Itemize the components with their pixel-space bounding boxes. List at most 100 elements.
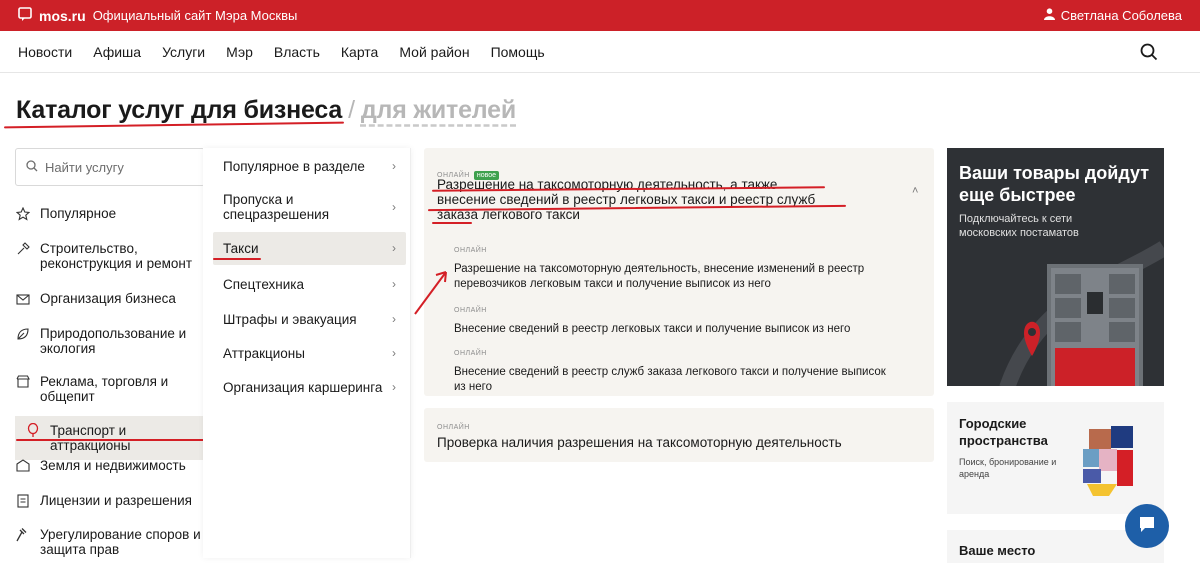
nav-item-afisha[interactable]: Афиша bbox=[93, 44, 141, 60]
category-land-property[interactable]: Земля и недвижимость bbox=[15, 458, 203, 473]
chat-icon bbox=[1137, 514, 1157, 539]
chevron-right-icon: › bbox=[392, 276, 396, 291]
service-text: Внесение сведений в реестр служб заказа … bbox=[454, 366, 886, 393]
annotation-underline-transport bbox=[16, 439, 204, 441]
subcategory-passes[interactable]: Пропуска и спецразрешения › bbox=[213, 191, 406, 223]
promo-title: Ваше место bbox=[959, 543, 1036, 558]
subcategory-label: Организация каршеринга bbox=[223, 379, 383, 395]
nav-item-map[interactable]: Карта bbox=[341, 44, 378, 60]
category-popular[interactable]: Популярное bbox=[15, 206, 203, 221]
building-icon bbox=[15, 458, 31, 473]
mos-logo-icon bbox=[18, 6, 32, 25]
service-text: Внесение сведений в реестр легковых такс… bbox=[454, 323, 851, 335]
category-transport-attractions[interactable]: Транспорт и аттракционы bbox=[15, 416, 203, 460]
subcategory-attractions[interactable]: Аттракционы › bbox=[213, 344, 406, 362]
subcategory-label: Пропуска и спецразрешения bbox=[223, 192, 330, 222]
subcategory-label: Штрафы и эвакуация bbox=[223, 311, 357, 327]
category-licenses[interactable]: Лицензии и разрешения bbox=[15, 493, 203, 508]
subcategory-label: Аттракционы bbox=[223, 345, 305, 361]
nav-item-government[interactable]: Власть bbox=[274, 44, 320, 60]
category-nature-ecology[interactable]: Природопользование и экология bbox=[15, 326, 203, 356]
search-icon[interactable] bbox=[1140, 43, 1158, 66]
user-name: Светлана Соболева bbox=[1060, 8, 1182, 23]
user-icon bbox=[1043, 8, 1055, 23]
promo-postamats[interactable]: Ваши товары дойдут еще быстрее Подключай… bbox=[947, 148, 1164, 386]
subcategory-fines[interactable]: Штрафы и эвакуация › bbox=[213, 310, 406, 328]
online-tag: онлайн bbox=[437, 424, 470, 431]
category-dispute-resolution[interactable]: Урегулирование споров и защита прав bbox=[15, 527, 203, 557]
nav-item-my-district[interactable]: Мой район bbox=[399, 44, 469, 60]
gavel-icon bbox=[15, 527, 31, 542]
subcategory-label: Популярное в разделе bbox=[223, 158, 365, 174]
category-advertising-trade[interactable]: Реклама, торговля и общепит bbox=[15, 374, 203, 404]
card-title[interactable]: Проверка наличия разрешения на таксомото… bbox=[437, 435, 917, 450]
title-separator: / bbox=[348, 96, 355, 124]
promo-text: Поиск, бронирование и аренда bbox=[959, 457, 1057, 479]
category-business-organization[interactable]: Организация бизнеса bbox=[15, 291, 203, 306]
chevron-up-icon[interactable]: ˄ bbox=[912, 185, 918, 197]
service-text: Разрешение на таксомоторную деятельность… bbox=[454, 263, 865, 290]
category-label: Урегулирование споров и защита прав bbox=[40, 527, 201, 557]
search-input[interactable]: Найти услугу bbox=[15, 148, 205, 186]
card-title[interactable]: Разрешение на таксомоторную деятельность… bbox=[437, 177, 837, 222]
trowel-icon bbox=[15, 241, 31, 256]
category-label: Организация бизнеса bbox=[40, 291, 176, 306]
top-bar: mos.ru Официальный сайт Мэра Москвы Свет… bbox=[0, 0, 1200, 31]
title-residents-link[interactable]: для жителей bbox=[361, 96, 516, 124]
chevron-right-icon: › bbox=[392, 158, 396, 173]
logo-text[interactable]: mos.ru bbox=[39, 8, 86, 24]
promo-city-spaces[interactable]: Городские пространства Поиск, бронирован… bbox=[947, 402, 1164, 514]
chevron-right-icon: › bbox=[392, 311, 396, 326]
online-tag: онлайн bbox=[454, 307, 487, 314]
subcategory-label: Такси bbox=[223, 241, 259, 256]
nav-item-news[interactable]: Новости bbox=[18, 44, 72, 60]
subcategory-popular[interactable]: Популярное в разделе › bbox=[213, 157, 406, 175]
envelope-icon bbox=[15, 291, 31, 306]
promo-text: Подключайтесь к сети московских постамат… bbox=[959, 213, 1079, 239]
category-label: Популярное bbox=[40, 206, 117, 221]
service-item[interactable]: онлайн Внесение сведений в реестр служб … bbox=[454, 346, 894, 395]
page-title: Каталог услуг для бизнеса / для жителей bbox=[16, 96, 516, 125]
category-label: Природопользование и экология bbox=[40, 326, 187, 356]
chevron-right-icon: › bbox=[392, 241, 396, 255]
nav-item-services[interactable]: Услуги bbox=[162, 44, 205, 60]
brand[interactable]: mos.ru Официальный сайт Мэра Москвы bbox=[18, 6, 298, 25]
main-nav: Новости Афиша Услуги Мэр Власть Карта Мо… bbox=[0, 31, 1200, 73]
title-business: Каталог услуг для бизнеса bbox=[16, 96, 343, 124]
search-placeholder: Найти услугу bbox=[45, 159, 124, 175]
category-label: Строительство, реконструкция и ремонт bbox=[40, 241, 193, 271]
site-label[interactable]: Официальный сайт Мэра Москвы bbox=[93, 8, 298, 23]
chevron-right-icon: › bbox=[392, 199, 396, 214]
nav-item-mayor[interactable]: Мэр bbox=[226, 44, 253, 60]
promo-title: Ваши товары дойдут еще быстрее bbox=[959, 163, 1150, 205]
subcategory-label: Спецтехника bbox=[223, 276, 304, 292]
chevron-right-icon: › bbox=[392, 379, 396, 394]
category-label: Транспорт и аттракционы bbox=[50, 423, 131, 453]
category-label: Земля и недвижимость bbox=[40, 458, 186, 473]
category-label: Лицензии и разрешения bbox=[40, 493, 192, 508]
service-item[interactable]: онлайн Разрешение на таксомоторную деяте… bbox=[454, 243, 874, 292]
chat-button[interactable] bbox=[1125, 504, 1169, 548]
annotation-underline-card-line3 bbox=[432, 222, 472, 224]
user-menu[interactable]: Светлана Соболева bbox=[1043, 8, 1182, 23]
service-item[interactable]: онлайн Внесение сведений в реестр легков… bbox=[454, 303, 874, 337]
city-spaces-image bbox=[1083, 426, 1133, 496]
document-icon bbox=[15, 493, 31, 508]
nav-item-help[interactable]: Помощь bbox=[491, 44, 545, 60]
postamat-image bbox=[999, 241, 1164, 386]
star-icon bbox=[15, 206, 31, 221]
balloon-icon bbox=[25, 423, 41, 438]
leaf-icon bbox=[15, 326, 31, 341]
search-icon bbox=[26, 159, 38, 175]
online-tag: онлайн bbox=[454, 247, 487, 254]
promo-title: Городские пространства bbox=[959, 416, 1048, 448]
category-construction[interactable]: Строительство, реконструкция и ремонт bbox=[15, 241, 203, 271]
category-label: Реклама, торговля и общепит bbox=[40, 374, 169, 404]
subcategory-special-equipment[interactable]: Спецтехника › bbox=[213, 275, 406, 293]
subcategory-carsharing[interactable]: Организация каршеринга › bbox=[213, 378, 406, 396]
annotation-arrow bbox=[414, 271, 447, 315]
shop-icon bbox=[15, 374, 31, 389]
chevron-right-icon: › bbox=[392, 345, 396, 360]
subcategory-taxi[interactable]: Такси › bbox=[213, 232, 406, 265]
annotation-underline-taxi bbox=[213, 258, 261, 260]
